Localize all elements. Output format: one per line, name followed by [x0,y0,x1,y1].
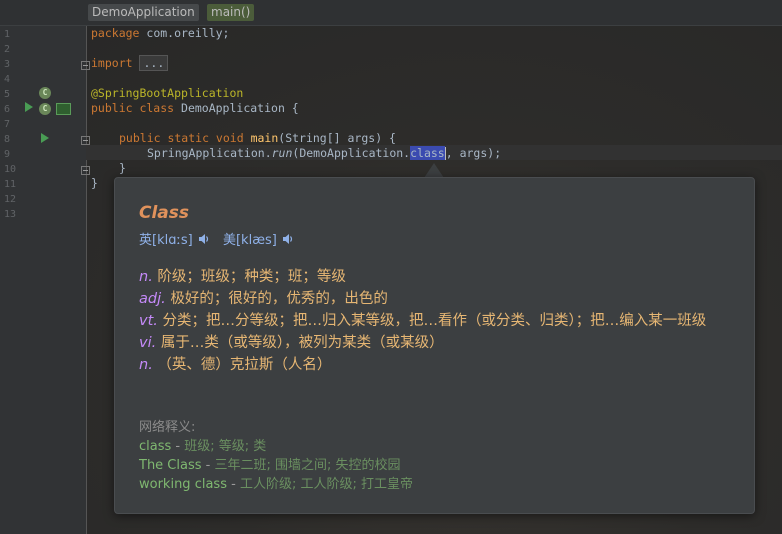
code-line-3[interactable]: import ... [91,55,169,71]
phonetic-uk: 英[klɑːs] [139,233,193,248]
line-number: 3 [4,59,11,70]
web-term: working class [139,477,227,492]
line-number: 2 [4,44,11,55]
web-item: class - 班级; 等级; 类 [139,437,739,456]
line-number: 11 [4,179,17,190]
line-number: 12 [4,194,17,205]
line-number: 5 [4,89,11,100]
run-icon[interactable] [25,102,33,112]
line-number: 9 [4,149,11,160]
popup-word: Class [139,203,190,223]
closing-brace: } [119,161,126,175]
code-line-1[interactable]: package com.oreilly; [91,26,229,41]
fold-icon[interactable] [81,136,90,145]
part-of-speech: n. [139,269,153,285]
fold-icon[interactable] [81,166,90,175]
method-params: (String[] args) { [278,131,396,145]
code-editor[interactable]: DemoApplication main() 1 2 3 4 5 6 7 8 9… [0,0,782,534]
closing-brace: } [91,176,98,190]
method-call: run [271,146,293,160]
call-args: (DemoApplication. [292,146,411,160]
gutter: 1 2 3 4 5 6 7 8 9 10 11 12 13 C C [0,26,90,534]
keyword: import [91,56,133,70]
call-args-end: , args); [445,146,502,160]
web-separator: - [201,458,215,473]
part-of-speech: vt. [139,313,158,329]
definition-item: vt. 分类；把…分等级；把…归入某等级，把…看作（或分类、归类）；把…编入某一… [139,310,739,332]
web-meaning: 三年二班; 围墙之间; 失控的校园 [214,458,401,473]
web-item: The Class - 三年二班; 围墙之间; 失控的校园 [139,456,739,475]
definition-item: n. 阶级；班级；种类；班；等级 [139,266,739,288]
code-line-5[interactable]: @SpringBootApplication [91,86,243,101]
spring-config-icon[interactable] [56,103,71,115]
code-line-9[interactable]: public static void main(String[] args) { [119,131,396,146]
method-name: main [250,131,279,145]
run-icon[interactable] [41,133,49,143]
line-number: 7 [4,119,11,130]
web-meaning: 工人阶级; 工人阶级; 打工皇帝 [239,477,413,492]
line-number: 13 [4,209,17,220]
web-definitions-title: 网络释义: [139,420,196,435]
code-line-12[interactable]: } [91,176,98,191]
popup-pointer [424,163,444,178]
definition-text: 属于…类（或等级），被列为某类（或某级） [156,335,444,351]
part-of-speech: adj. [139,291,166,307]
class-declaration: DemoApplication { [174,101,299,115]
spring-bean-icon[interactable]: C [39,87,51,99]
translation-popup[interactable]: Class 英[klɑːs] 美[klæs] n. 阶级；班级；种类；班；等级 … [114,177,755,514]
code-line-10[interactable]: SpringApplication.run(DemoApplication.cl… [147,146,501,161]
web-definitions: 网络释义: class - 班级; 等级; 类 The Class - 三年二班… [139,418,739,494]
collapsed-imports[interactable]: ... [139,55,169,71]
line-number: 8 [4,134,11,145]
definition-item: adj. 极好的；很好的，优秀的，出色的 [139,288,739,310]
definition-text: 阶级；班级；种类；班；等级 [152,269,346,285]
annotation: @SpringBootApplication [91,86,244,100]
web-separator: - [226,477,240,492]
class-ref: SpringApplication. [147,146,272,160]
breadcrumb-class[interactable]: DemoApplication [88,4,199,21]
web-item: working class - 工人阶级; 工人阶级; 打工皇帝 [139,475,739,494]
definition-item: n. （英、德）克拉斯（人名） [139,354,739,376]
line-number: 10 [4,164,17,175]
breadcrumb-method[interactable]: main() [207,4,255,21]
part-of-speech: n. [139,357,153,373]
package-name: com.oreilly; [139,26,230,40]
definition-text: 分类；把…分等级；把…归入某等级，把…看作（或分类、归类）；把…编入某一班级 [157,313,707,329]
line-number: 1 [4,29,11,40]
breadcrumb: DemoApplication main() [0,0,782,26]
keyword: public class [91,101,175,115]
definition-text: 极好的；很好的，优秀的，出色的 [165,291,388,307]
keyword: public static void [119,131,244,145]
web-term: The Class [139,458,202,473]
definition-text: （英、德）克拉斯（人名） [152,357,332,373]
line-number: 6 [4,104,11,115]
definitions: n. 阶级；班级；种类；班；等级 adj. 极好的；很好的，优秀的，出色的 vt… [139,266,739,376]
speaker-icon[interactable] [282,233,294,245]
keyword: package [91,26,140,40]
definition-item: vi. 属于…类（或等级），被列为某类（或某级） [139,332,739,354]
web-separator: - [171,439,185,454]
web-meaning: 班级; 等级; 类 [184,439,267,454]
phonetics: 英[klɑːs] 美[klæs] [139,229,303,248]
web-term: class [139,439,172,454]
speaker-icon[interactable] [198,233,210,245]
fold-icon[interactable] [81,61,90,70]
selected-word[interactable]: class [410,146,445,160]
spring-bean-icon[interactable]: C [39,103,51,115]
part-of-speech: vi. [139,335,157,351]
code-line-6[interactable]: public class DemoApplication { [91,101,299,116]
phonetic-us: 美[klæs] [222,233,277,248]
code-line-11[interactable]: } [119,161,126,176]
line-number: 4 [4,74,11,85]
